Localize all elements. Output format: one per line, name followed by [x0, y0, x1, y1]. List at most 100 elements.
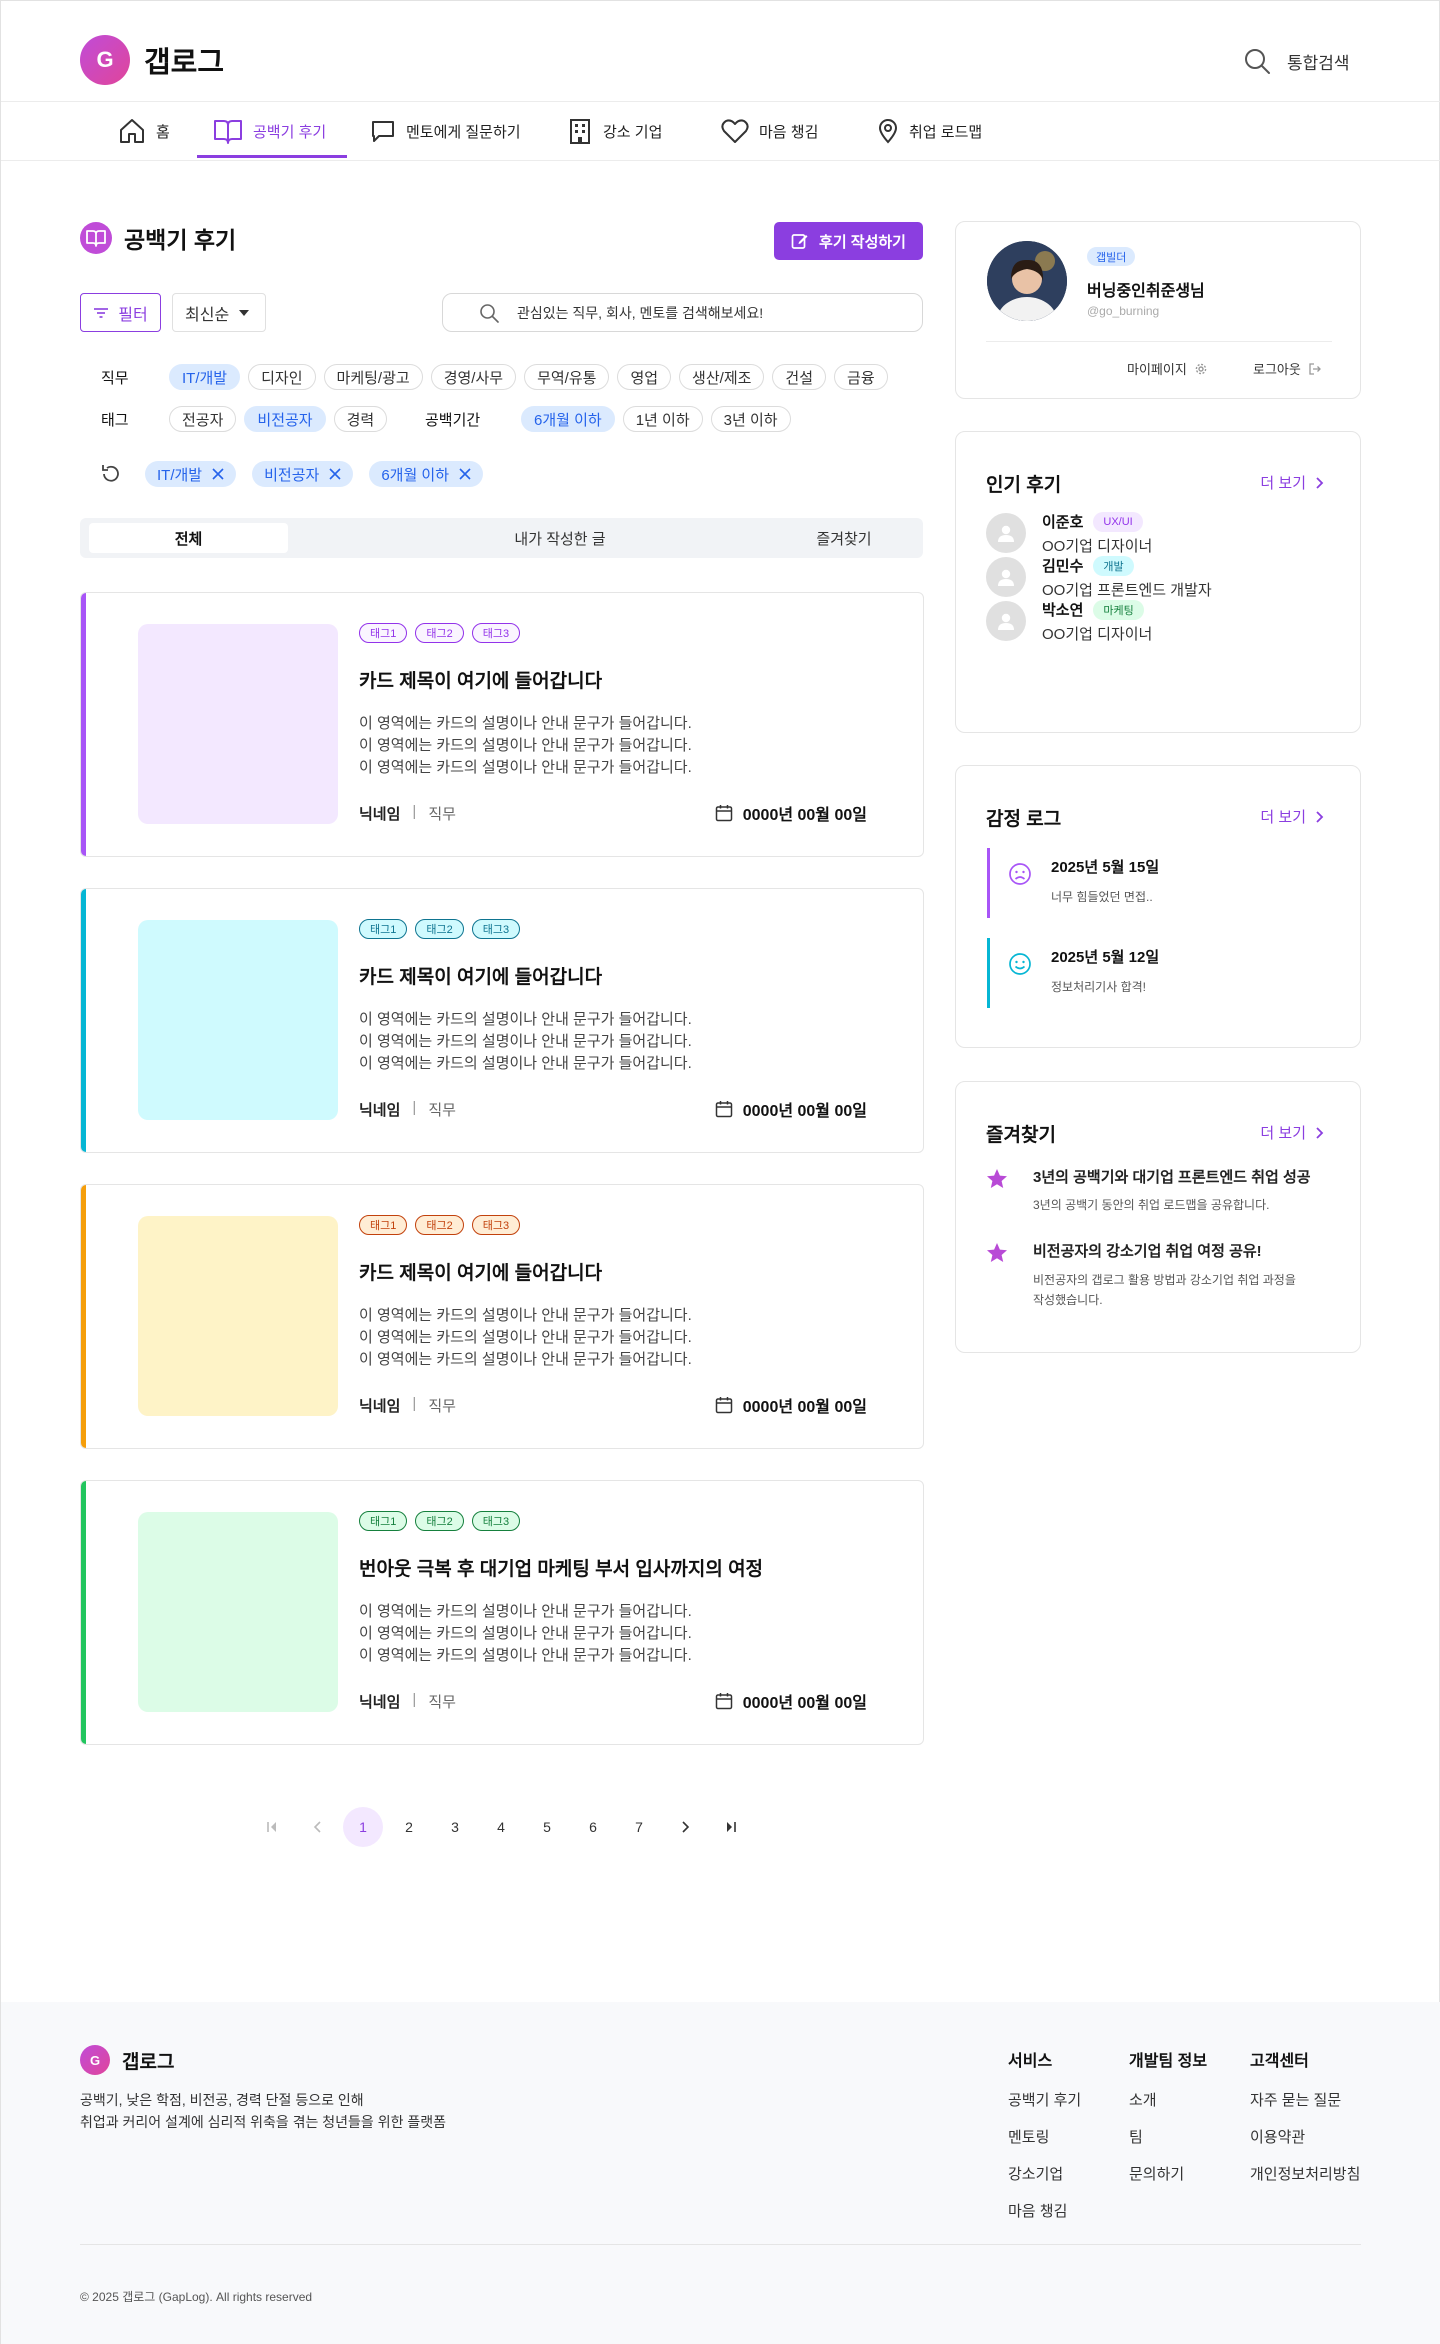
prev-page-button[interactable]: [298, 1807, 338, 1847]
nav-ask-mentor[interactable]: 멘토에게 질문하기: [370, 102, 521, 160]
favorite-title[interactable]: 3년의 공백기와 대기업 프론트엔드 취업 성공: [1033, 1166, 1311, 1187]
job-pill[interactable]: 디자인: [248, 364, 316, 390]
popular-item[interactable]: 이준호 UX/UI OO기업 디자이너: [986, 511, 1326, 555]
card-date-text: 0000년 00월 00일: [742, 807, 867, 824]
footer-col-support: 고객센터 자주 묻는 질문 이용약관 개인정보처리방침: [1250, 2047, 1360, 2200]
page-button[interactable]: 6: [573, 1807, 613, 1847]
emotion-more-link[interactable]: 더 보기: [1260, 806, 1324, 827]
review-card[interactable]: 태그1 태그2 태그3 카드 제목이 여기에 들어갑니다 이 영역에는 카드의 설명이나…: [80, 592, 924, 857]
reset-filters-button[interactable]: [99, 462, 123, 486]
close-icon[interactable]: [212, 468, 224, 480]
footer-brand-name: 갭로그: [122, 2051, 175, 2073]
brand-logo[interactable]: G 갭로그: [80, 35, 224, 85]
period-pill[interactable]: 6개월 이하: [521, 406, 615, 432]
card-desc-line: 이 영역에는 카드의 설명이나 안내 문구가 들어갑니다.: [359, 715, 692, 732]
sad-face-icon: [1008, 862, 1032, 886]
favorites-more-link[interactable]: 더 보기: [1260, 1122, 1324, 1143]
review-card[interactable]: 태그1 태그2 태그3 번아웃 극복 후 대기업 마케팅 부서 입사까지의 여정 이 영…: [80, 1480, 924, 1745]
popular-item[interactable]: 김민수 개발 OO기업 프론트엔드 개발자: [986, 555, 1326, 599]
close-icon[interactable]: [329, 468, 341, 480]
popular-item[interactable]: 박소연 마케팅 OO기업 디자이너: [986, 599, 1326, 643]
tab-my-posts[interactable]: 내가 작성한 글: [460, 523, 660, 553]
filter-button[interactable]: 필터: [80, 293, 161, 332]
calendar-icon: [715, 1101, 732, 1118]
footer-brand[interactable]: G 갭로그: [80, 2045, 174, 2075]
emotion-date: 2025년 5월 15일: [1051, 859, 1160, 876]
card-accent-bar: [81, 1481, 86, 1744]
job-pill[interactable]: 영업: [617, 364, 672, 390]
page-button[interactable]: 1: [343, 1807, 383, 1847]
review-card[interactable]: 태그1 태그2 태그3 카드 제목이 여기에 들어갑니다 이 영역에는 카드의 설명이나…: [80, 1184, 924, 1449]
tab-favorites[interactable]: 즐겨찾기: [774, 523, 914, 553]
favorite-desc: 비전공자의 갭로그 활용 방법과 강소기업 취업 과정을 작성했습니다.: [1033, 1270, 1296, 1310]
job-pill[interactable]: 마케팅/광고: [323, 364, 423, 390]
last-page-button[interactable]: [711, 1807, 751, 1847]
card-title[interactable]: 카드 제목이 여기에 들어갑니다: [359, 962, 602, 989]
tag-pill[interactable]: 비전공자: [244, 406, 326, 432]
active-chip[interactable]: IT/개발: [145, 461, 237, 487]
card-title[interactable]: 카드 제목이 여기에 들어갑니다: [359, 1258, 602, 1285]
footer-link[interactable]: 개인정보처리방침: [1250, 2163, 1360, 2184]
favorites-card: 즐겨찾기 더 보기 3년의 공백기와 대기업 프론트엔드 취업 성공 3년의 공…: [955, 1081, 1361, 1353]
logout-label: 로그아웃: [1253, 362, 1301, 377]
job-pill[interactable]: 건설: [772, 364, 827, 390]
page-button[interactable]: 5: [527, 1807, 567, 1847]
period-filter-label: 공백기간: [425, 412, 481, 429]
card-job: 직무: [428, 1398, 456, 1415]
mypage-link[interactable]: 마이페이지: [1127, 359, 1207, 378]
logout-link[interactable]: 로그아웃: [1253, 359, 1321, 378]
page-button[interactable]: 3: [435, 1807, 475, 1847]
footer-link[interactable]: 공백기 후기: [1008, 2089, 1081, 2110]
footer-link[interactable]: 자주 묻는 질문: [1250, 2089, 1360, 2110]
job-filters: IT/개발 디자인 마케팅/광고 경영/사무 무역/유통 영업 생산/제조 건설…: [169, 364, 888, 390]
active-chip[interactable]: 6개월 이하: [369, 461, 484, 487]
site-header: G 갭로그 통합검색: [1, 1, 1440, 102]
close-icon[interactable]: [459, 468, 471, 480]
search-input[interactable]: 관심있는 직무, 회사, 멘토를 검색해보세요!: [442, 293, 923, 332]
nav-mindfulness[interactable]: 마음 챙김: [721, 102, 818, 160]
active-chip[interactable]: 비전공자: [252, 461, 354, 487]
card-title[interactable]: 카드 제목이 여기에 들어갑니다: [359, 666, 602, 693]
emotion-log-card: 감정 로그 더 보기 2025년 5월 15일 너무 힘들었던 면접.. 202…: [955, 765, 1361, 1048]
search-label: 통합검색: [1287, 53, 1350, 73]
job-pill[interactable]: 생산/제조: [679, 364, 765, 390]
avatar[interactable]: [987, 241, 1067, 321]
favorite-title[interactable]: 비전공자의 강소기업 취업 여정 공유!: [1033, 1240, 1262, 1261]
footer-link[interactable]: 멘토링: [1008, 2126, 1081, 2147]
sort-select[interactable]: 최신순: [172, 293, 266, 332]
tag-pill[interactable]: 전공자: [169, 406, 237, 432]
page-button[interactable]: 2: [389, 1807, 429, 1847]
review-card[interactable]: 태그1 태그2 태그3 카드 제목이 여기에 들어갑니다 이 영역에는 카드의 설명이나…: [80, 888, 924, 1153]
popular-title: 인기 후기: [986, 475, 1062, 496]
nav-home[interactable]: 홈: [118, 102, 170, 160]
write-review-button[interactable]: 후기 작성하기: [774, 222, 923, 260]
nav-small-giants[interactable]: 강소 기업: [567, 102, 662, 160]
job-pill[interactable]: 금융: [834, 364, 888, 390]
tag-pill[interactable]: 경력: [333, 406, 388, 432]
job-pill[interactable]: 경영/사무: [430, 364, 517, 390]
job-pill[interactable]: 무역/유통: [524, 364, 610, 390]
period-pill[interactable]: 1년 이하: [622, 406, 703, 432]
popular-more-link[interactable]: 더 보기: [1260, 472, 1324, 493]
tab-all[interactable]: 전체: [89, 523, 288, 553]
footer-link[interactable]: 이용약관: [1250, 2126, 1360, 2147]
card-title[interactable]: 번아웃 극복 후 대기업 마케팅 부서 입사까지의 여정: [359, 1554, 763, 1581]
period-pill[interactable]: 3년 이하: [710, 406, 791, 432]
nav-roadmap[interactable]: 취업 로드맵: [877, 102, 982, 160]
emotion-date: 2025년 5월 12일: [1051, 949, 1160, 966]
nav-gap-reviews[interactable]: 공백기 후기: [213, 102, 326, 160]
page-button[interactable]: 7: [619, 1807, 659, 1847]
next-page-button[interactable]: [665, 1807, 705, 1847]
footer-link[interactable]: 문의하기: [1129, 2163, 1207, 2184]
card-tag: 태그3: [471, 623, 521, 643]
footer-link[interactable]: 팀: [1129, 2126, 1207, 2147]
footer-link[interactable]: 소개: [1129, 2089, 1207, 2110]
footer-link[interactable]: 강소기업: [1008, 2163, 1081, 2184]
footer-link[interactable]: 마음 챙김: [1008, 2200, 1081, 2221]
global-search[interactable]: 통합검색: [1243, 47, 1350, 75]
page-button[interactable]: 4: [481, 1807, 521, 1847]
job-pill[interactable]: IT/개발: [169, 364, 241, 390]
first-page-button[interactable]: [252, 1807, 292, 1847]
card-accent-bar: [81, 889, 86, 1152]
card-tag: 태그2: [415, 919, 464, 939]
